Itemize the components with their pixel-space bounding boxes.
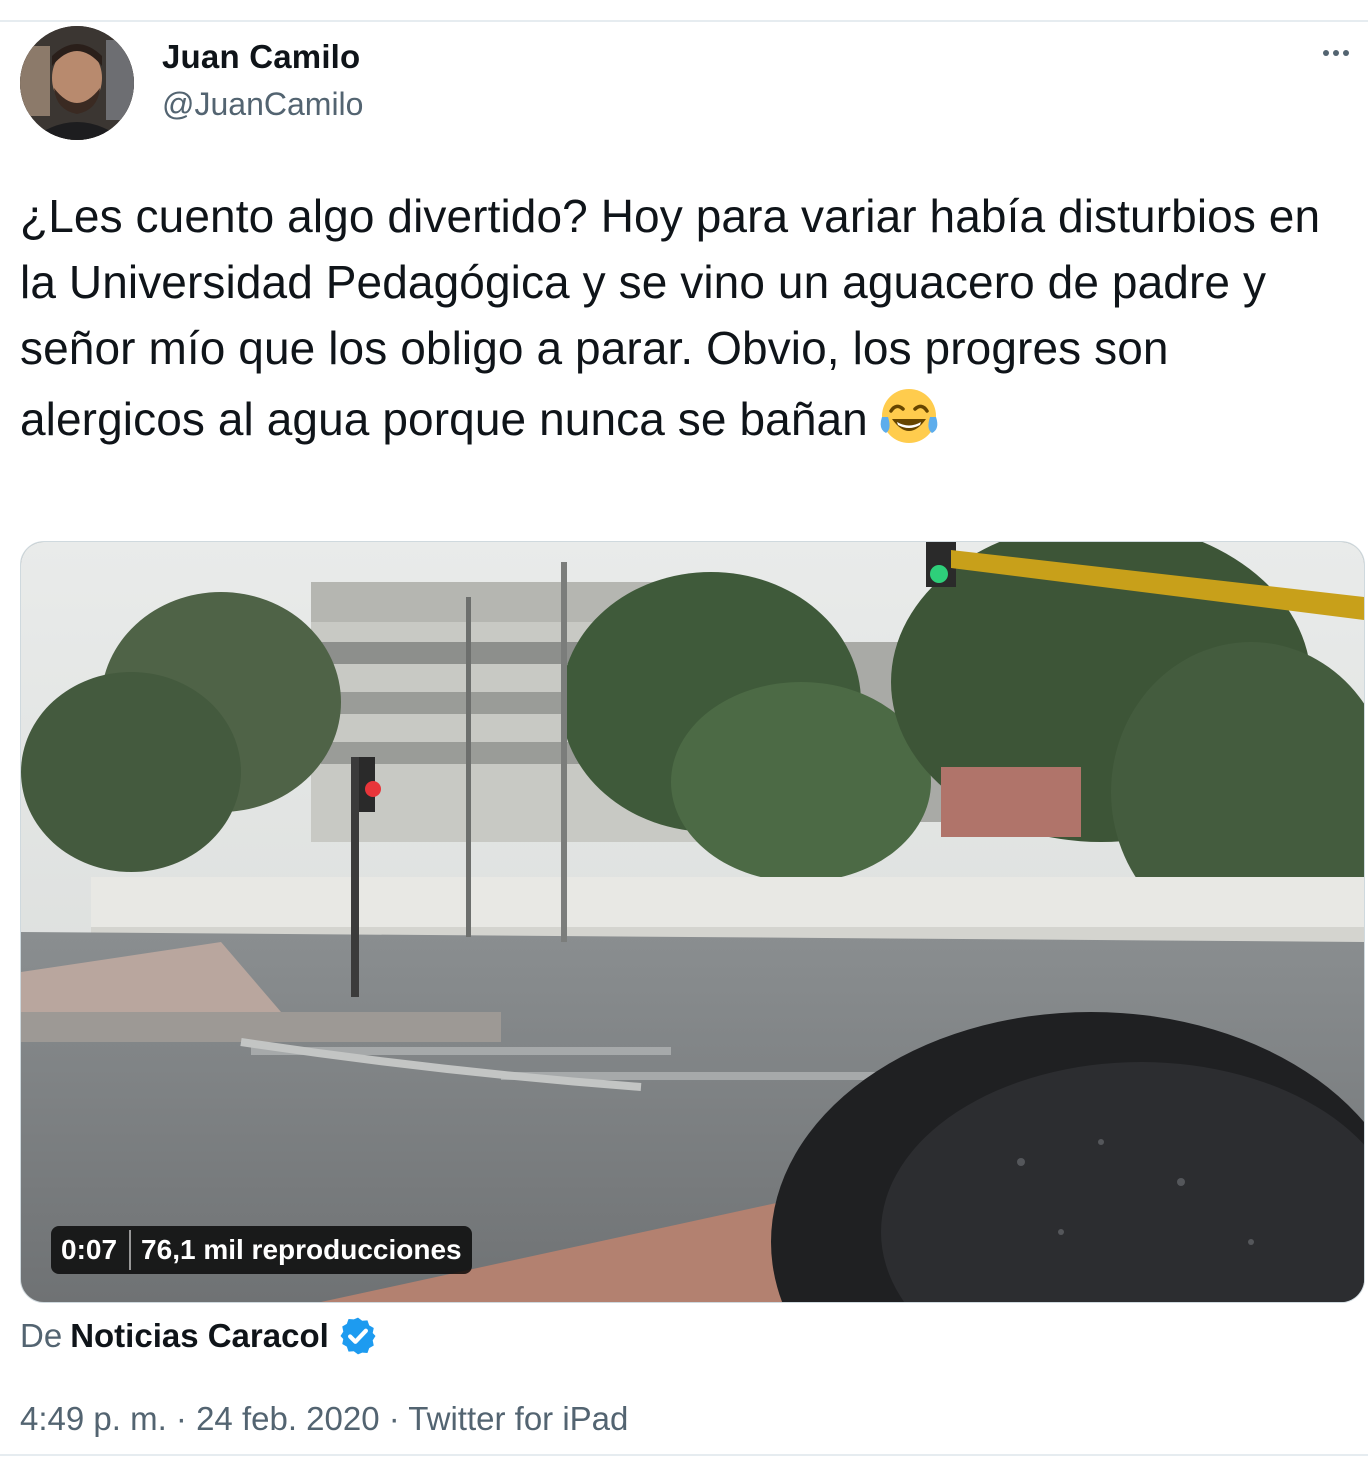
video-source-attribution: De Noticias Caracol bbox=[20, 1315, 379, 1357]
top-divider bbox=[0, 20, 1368, 22]
dot bbox=[1343, 50, 1349, 56]
bottom-divider bbox=[0, 1454, 1368, 1456]
user-avatar[interactable] bbox=[20, 26, 134, 140]
video-duration: 0:07 bbox=[61, 1234, 118, 1265]
face-with-tears-of-joy-icon bbox=[876, 381, 942, 447]
tweet-text: ¿Les cuento algo divertido? Hoy para var… bbox=[20, 190, 1321, 445]
more-horizontal-icon[interactable] bbox=[1316, 38, 1356, 68]
tweet-timestamp-and-client[interactable]: 4:49 p. m. · 24 feb. 2020 · Twitter for … bbox=[20, 1400, 628, 1438]
verified-badge-icon bbox=[340, 1317, 376, 1355]
source-account-link[interactable]: Noticias Caracol bbox=[70, 1317, 329, 1355]
tweet-text-block: ¿Les cuento algo divertido? Hoy para var… bbox=[20, 183, 1350, 452]
video-stats-overlay: 0:07 76,1 mil reproducciones bbox=[51, 1226, 472, 1274]
author-display-name[interactable]: Juan Camilo bbox=[162, 38, 360, 76]
source-prefix: De bbox=[20, 1317, 63, 1354]
dot bbox=[1333, 50, 1339, 56]
video-views: 76,1 mil reproducciones bbox=[141, 1234, 462, 1265]
video-thumbnail bbox=[21, 542, 1364, 1302]
author-handle[interactable]: @JuanCamilo bbox=[162, 86, 363, 123]
video-player[interactable]: 0:07 76,1 mil reproducciones bbox=[20, 541, 1365, 1303]
dot bbox=[1323, 50, 1329, 56]
